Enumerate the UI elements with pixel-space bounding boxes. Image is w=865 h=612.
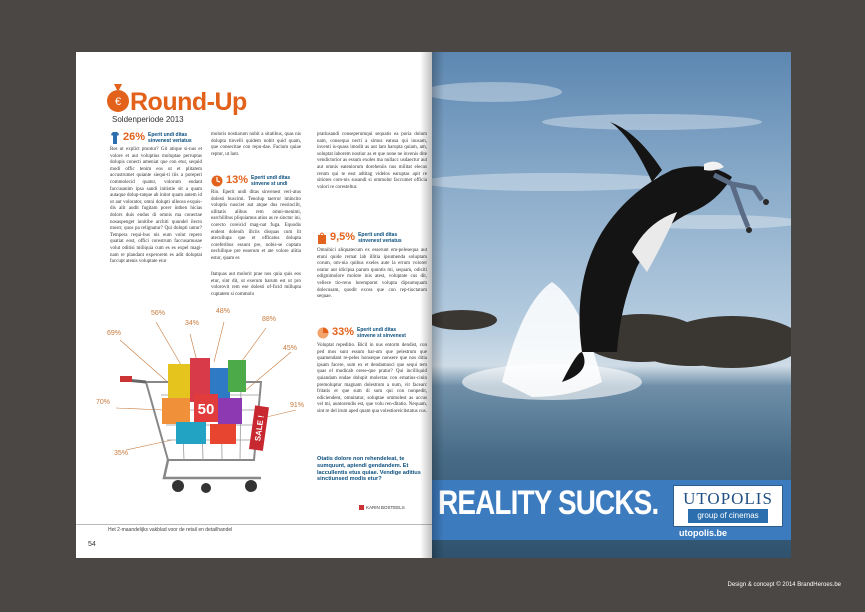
brand-url: utopolis.be (679, 528, 727, 538)
stat-33: 33% Eperit undi ditas sinvene st sinvene… (317, 327, 411, 339)
stat-percent: 13% (226, 174, 249, 186)
stat-26: 26% Eperit undi ditas sinvenest veriatus (110, 132, 202, 144)
stat-text: Eperit undi ditas sinvene st sinvenest (357, 327, 406, 339)
design-credit: Design & concept © 2014 BrandHeroes.be (727, 582, 842, 588)
stat-9-5: 9,5% Eperit undi ditas sinvenest veriatu… (317, 232, 412, 244)
ad-headline: REALITY SUCKS. (438, 484, 659, 522)
stat-percent: 33% (332, 326, 355, 338)
column-3-bottom: Voluptat repeditio. Bicil in nus entorm … (317, 343, 427, 416)
product-box (162, 398, 190, 424)
cart-label: 88% (262, 316, 277, 323)
column-text: Res ut explict ptuntur? Git atique si-nu… (110, 147, 202, 265)
cart-label: 48% (216, 308, 231, 315)
svg-text:€: € (115, 96, 121, 108)
highlight-quote: Otatis dolore non rehendeleat, te sumquu… (317, 456, 421, 483)
cart-label: 34% (185, 320, 200, 327)
right-page-ad: REALITY SUCKS. UTOPOLIS group of cinemas… (432, 52, 791, 558)
product-box (168, 364, 190, 400)
column-text: pratiusandi conseperumqui sequatis ea po… (317, 132, 427, 190)
footer-divider (76, 524, 432, 525)
stat-percent: 26% (123, 131, 146, 143)
gift-box (218, 398, 242, 424)
column-text: Omnihici aliquatecum ex esserunt em-pele… (317, 248, 427, 300)
bag-icon (318, 232, 326, 244)
page-number: 54 (88, 541, 96, 548)
product-box (228, 360, 246, 392)
brand-tagline: group of cinemas (688, 509, 768, 523)
shirt-icon (111, 132, 119, 144)
cart-label: 91% (290, 402, 305, 409)
magazine-spread: € Round-Up Soldenperiode 2013 26% Eperit… (76, 52, 865, 558)
pie-icon (317, 327, 329, 339)
gift-box (210, 424, 236, 444)
cart-label: 35% (114, 450, 129, 457)
brand-logo: UTOPOLIS group of cinemas (673, 485, 783, 527)
byline: KARIN BOSTEELS (359, 505, 405, 510)
brand-name: UTOPOLIS (683, 489, 773, 508)
stat-13: 13% Eperit undi ditas sinvene st undi (211, 175, 291, 187)
column-text: moloris nostiarum nobit a sitatibus, qua… (211, 132, 301, 157)
clock-icon (211, 175, 223, 187)
column-2-top: moloris nostiarum nobit a sitatibus, qua… (211, 132, 301, 158)
column-text: Itatquas aut molorit prae nos quia quis … (211, 272, 301, 297)
column-1: Res ut explict ptuntur? Git atique si-nu… (110, 147, 202, 266)
cart-label: 69% (107, 330, 122, 337)
column-text: Rio. Eperit undi ditas sinvenest veri-at… (211, 190, 301, 261)
cart-label: 56% (151, 310, 166, 317)
footer-text: Het 2-maandelijks vakblad voor de retail… (108, 527, 233, 533)
column-2-bottom: Itatquas aut molorit prae nos quia quis … (211, 272, 301, 298)
cart-label: 45% (283, 345, 298, 352)
author-name: KARIN BOSTEELS (366, 505, 405, 510)
cart-label: 70% (96, 399, 111, 406)
stat-percent: 9,5% (330, 231, 356, 243)
author-marker-icon (359, 505, 364, 510)
gift-box (176, 422, 206, 444)
money-bag-icon: € (107, 84, 129, 112)
column-2-middle: Rio. Eperit undi ditas sinvenest veri-at… (211, 190, 301, 263)
page-subtitle: Soldenperiode 2013 (112, 115, 184, 124)
page-title: Round-Up (130, 88, 247, 116)
column-3-top: pratiusandi conseperumqui sequatis ea po… (317, 132, 427, 191)
product-box (210, 368, 230, 398)
column-3-middle: Omnihici aliquatecum ex esserunt em-pele… (317, 248, 427, 301)
stat-text: Eperit undi ditas sinvenest veriatus (148, 132, 192, 144)
left-page: € Round-Up Soldenperiode 2013 26% Eperit… (76, 52, 432, 558)
shopping-cart-illustration: 50 SALE ! (115, 321, 297, 493)
stat-text: Eperit undi ditas sinvenest veriatus (358, 232, 402, 244)
clouds (432, 82, 791, 229)
column-text: Voluptat repeditio. Bicil in nus entorm … (317, 343, 427, 414)
stat-text: Eperit undi ditas sinvene st undi (251, 175, 291, 187)
cart-sign-text: 50 (198, 401, 215, 418)
